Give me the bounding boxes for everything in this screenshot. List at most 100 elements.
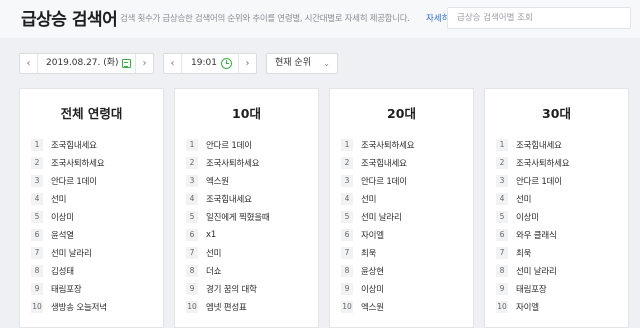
calendar-icon[interactable] [122,59,131,68]
ranking-item[interactable]: 6 x1 [186,226,269,244]
chevron-right-icon[interactable]: › [135,54,153,73]
ranking-item[interactable]: 2 조국사퇴하세요 [186,154,269,172]
ranking-item[interactable]: 10 엑스원 [341,298,414,316]
ranking-item[interactable]: 9 경기 꿈의 대학 [186,280,269,298]
ranking-item[interactable]: 9 태림포장 [496,280,569,298]
keyword-text: 선미 [361,195,377,205]
chevron-right-icon[interactable]: › [238,54,256,73]
ranking-item[interactable]: 3 안다르 1데이 [496,172,569,190]
ranking-item[interactable]: 10 생방송 오늘저녁 [31,298,107,316]
chevron-down-icon: ⌄ [323,59,330,68]
ranking-item[interactable]: 5 이상미 [496,208,569,226]
ranking-list: 1 조국사퇴하세요 2 조국힘내세요 3 안다르 1데이 4 선미 5 선미 날라리 6 자이엘 7 최욱… [341,136,415,316]
search-input[interactable] [447,7,631,29]
rank-number: 3 [496,175,508,187]
card-title: 10대 [232,106,261,121]
rank-number: 10 [31,301,43,313]
keyword-text: 안다르 1데이 [361,177,407,187]
time-value[interactable]: 19:01 [191,54,217,73]
keyword-text: 태림포장 [51,285,82,295]
chevron-left-icon[interactable]: ‹ [164,54,182,73]
rank-number: 5 [186,211,198,223]
chevron-left-icon[interactable]: ‹ [20,54,38,73]
rank-number: 1 [496,139,508,151]
keyword-text: 조국사퇴하세요 [51,159,105,169]
ranking-list: 1 안다르 1데이 2 조국사퇴하세요 3 엑스원 4 조국힘내세요 5 일진에게 찍혔을때 6 x1… [186,136,270,316]
rank-number: 2 [341,157,353,169]
keyword-text: 조국힘내세요 [361,159,407,169]
card-title: 30대 [542,106,571,121]
rank-number: 3 [341,175,353,187]
clock-icon[interactable] [221,58,232,69]
ranking-item[interactable]: 8 김성태 [31,262,107,280]
rank-number: 2 [496,157,508,169]
keyword-text: 김성태 [51,267,74,277]
ranking-list: 1 조국힘내세요 2 조국사퇴하세요 3 안다르 1데이 4 선미 5 이상미 6 와우 클래식 7 최욱… [496,136,570,316]
ranking-list: 1 조국힘내세요 2 조국사퇴하세요 3 안다르 1데이 4 선미 5 이상미 6 윤석열 7 선미 날라… [31,136,107,316]
ranking-item[interactable]: 7 최욱 [496,244,569,262]
ranking-item[interactable]: 4 선미 [496,190,569,208]
ranking-item[interactable]: 5 선미 날라리 [341,208,414,226]
keyword-text: 조국힘내세요 [51,141,97,151]
ranking-item[interactable]: 8 선미 날라리 [496,262,569,280]
ranking-item[interactable]: 4 조국힘내세요 [186,190,269,208]
rank-number: 9 [186,283,198,295]
ranking-item[interactable]: 5 이상미 [31,208,107,226]
keyword-text: 최욱 [516,249,532,259]
keyword-text: 조국힘내세요 [516,141,562,151]
sort-select[interactable]: 현재 순위 ⌄ [266,53,338,74]
ranking-item[interactable]: 7 선미 [186,244,269,262]
keyword-text: 안다르 1데이 [206,141,252,151]
keyword-text: 경기 꿈의 대학 [206,285,257,295]
rank-number: 2 [31,157,43,169]
rank-number: 5 [496,211,508,223]
keyword-text: 이상미 [361,285,384,295]
ranking-item[interactable]: 7 최욱 [341,244,414,262]
rank-number: 3 [186,175,198,187]
rank-number: 6 [31,229,43,241]
ranking-item[interactable]: 1 조국사퇴하세요 [341,136,415,154]
ranking-item[interactable]: 10 엠넷 편성표 [186,298,269,316]
rank-number: 1 [341,139,353,151]
ranking-item[interactable]: 4 선미 [31,190,107,208]
ranking-item[interactable]: 10 자이엘 [496,298,569,316]
ranking-item[interactable]: 6 윤석열 [31,226,107,244]
rank-number: 7 [186,247,198,259]
keyword-text: 안다르 1데이 [516,177,562,187]
ranking-item[interactable]: 2 조국사퇴하세요 [496,154,570,172]
rank-number: 9 [341,283,353,295]
time-picker: ‹ 19:01 › [163,53,257,74]
rank-number: 8 [496,265,508,277]
ranking-item[interactable]: 8 더쇼 [186,262,269,280]
card-title: 20대 [387,106,416,121]
keyword-text: 조국사퇴하세요 [361,141,415,151]
ranking-item[interactable]: 8 윤상현 [341,262,414,280]
ranking-item[interactable]: 3 엑스원 [186,172,269,190]
ranking-item[interactable]: 6 와우 클래식 [496,226,569,244]
ranking-item[interactable]: 1 조국힘내세요 [496,136,569,154]
ranking-item[interactable]: 9 태림포장 [31,280,107,298]
more-link[interactable]: 자세히 [426,12,449,24]
ranking-item[interactable]: 2 조국힘내세요 [341,154,414,172]
ranking-item[interactable]: 3 안다르 1데이 [341,172,414,190]
ranking-item[interactable]: 7 선미 날라리 [31,244,107,262]
ranking-item[interactable]: 4 선미 [341,190,414,208]
keyword-text: 조국사퇴하세요 [516,159,570,169]
page-title: 급상승 검색어 [21,10,118,30]
rank-number: 2 [186,157,198,169]
keyword-text: 조국힘내세요 [206,195,252,205]
rank-number: 10 [186,301,198,313]
rank-number: 8 [31,265,43,277]
keyword-text: 선미 날라리 [361,213,402,223]
header-bar: 급상승 검색어 검색 횟수가 급상승한 검색어의 순위와 추이를 연령별, 시간… [0,0,640,38]
date-value[interactable]: 2019.08.27. (화) [46,54,119,73]
ranking-item[interactable]: 9 이상미 [341,280,414,298]
ranking-item[interactable]: 2 조국사퇴하세요 [31,154,107,172]
ranking-item[interactable]: 3 안다르 1데이 [31,172,107,190]
ranking-item[interactable]: 6 자이엘 [341,226,414,244]
page-description: 검색 횟수가 급상승한 검색어의 순위와 추이를 연령별, 시간대별로 자세히 … [120,14,410,24]
ranking-item[interactable]: 5 일진에게 찍혔을때 [186,208,270,226]
rank-number: 6 [341,229,353,241]
ranking-item[interactable]: 1 조국힘내세요 [31,136,107,154]
ranking-item[interactable]: 1 안다르 1데이 [186,136,269,154]
